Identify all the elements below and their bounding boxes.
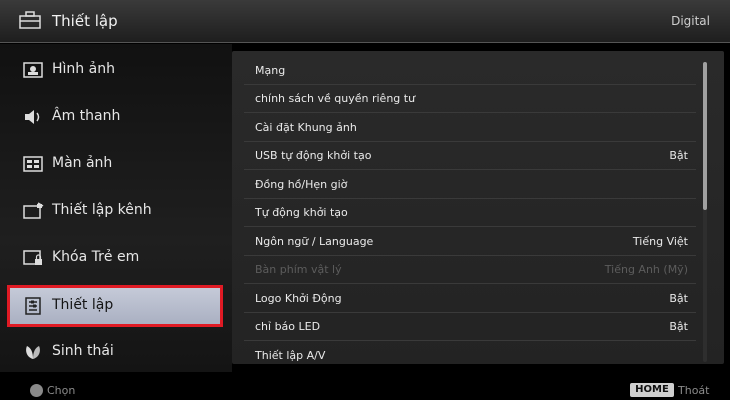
input-source-label: Digital [671,14,710,28]
sidebar-item-eco[interactable]: Sinh thái [10,334,220,370]
list-item-label: Logo Khởi Động [255,292,342,305]
list-item-value: Tiếng Việt [632,235,688,248]
sidebar-item-label: Âm thanh [52,108,121,124]
picture-icon [23,62,43,78]
list-item-value: Tiếng Anh (Mỹ) [604,263,688,276]
list-item-auto-start-up[interactable]: Tự động khởi tạo [244,199,696,227]
list-item-label: USB tự động khởi tạo [255,149,372,162]
sidebar-item-channel-setup[interactable]: Thiết lập kênh [10,193,220,229]
list-item-label: Đồng hồ/Hẹn giờ [255,178,348,191]
list-item-value: Bật [669,292,688,305]
sidebar-item-label: Khóa Trẻ em [52,249,140,265]
header-bar: Thiết lập Digital [0,0,730,43]
list-item-physical-keyboard: Bàn phím vật lý Tiếng Anh (Mỹ) [244,256,696,284]
list-item-label: chỉ báo LED [255,320,321,333]
exit-hint-label: Thoát [678,384,710,397]
select-hint-label: Chọn [47,384,76,397]
scrollbar-thumb[interactable] [703,62,707,210]
list-item-privacy-policy[interactable]: chính sách về quyền riêng tư [244,85,696,113]
dpad-select-icon [30,384,43,397]
sidebar-item-picture[interactable]: Hình ảnh [10,52,220,88]
settings-icon [25,297,41,315]
list-item-label: Ngôn ngữ / Language [255,235,374,248]
speaker-icon [25,110,40,124]
list-item-label: Cài đặt Khung ảnh [255,121,357,134]
category-sidebar: Hình ảnh Âm thanh Màn ảnh Thiết lập kênh… [0,44,232,372]
sidebar-item-settings[interactable]: Thiết lập [7,285,223,327]
list-item-label: Tự động khởi tạo [255,206,348,219]
list-item-led-indicator[interactable]: chỉ báo LED Bật [244,313,696,341]
list-item-label: Bàn phím vật lý [255,263,342,276]
list-item-value: Bật [669,320,688,333]
channel-setup-icon [23,202,44,219]
list-item-network[interactable]: Mạng [244,57,696,85]
parental-lock-icon [23,250,42,265]
sidebar-item-parental-lock[interactable]: Khóa Trẻ em [10,240,220,276]
list-item-label: chính sách về quyền riêng tư [255,92,416,105]
toolbox-icon [19,11,41,29]
sidebar-item-sound[interactable]: Âm thanh [10,99,220,135]
settings-list: Mạng chính sách về quyền riêng tư Cài đặ… [232,51,724,364]
list-item-label: Mạng [255,64,286,77]
footer-hints: Chọn HOME Thoát [0,376,730,400]
list-item-usb-auto-start[interactable]: USB tự động khởi tạo Bật [244,142,696,170]
sidebar-item-label: Màn ảnh [52,155,113,171]
eco-icon [26,346,40,359]
sidebar-item-label: Thiết lập [52,297,114,313]
sidebar-item-label: Thiết lập kênh [52,202,152,218]
list-item-startup-logo[interactable]: Logo Khởi Động Bật [244,285,696,313]
list-item-language[interactable]: Ngôn ngữ / Language Tiếng Việt [244,228,696,256]
list-item-photo-frame[interactable]: Cài đặt Khung ảnh [244,114,696,142]
list-item-value: Bật [669,149,688,162]
page-title: Thiết lập [52,12,118,30]
sidebar-item-label: Hình ảnh [52,61,115,77]
list-scrollbar[interactable] [703,62,707,362]
list-item-av-setup[interactable]: Thiết lập A/V [244,342,696,364]
list-item-clock-timers[interactable]: Đồng hồ/Hẹn giờ [244,171,696,199]
sidebar-item-label: Sinh thái [52,343,114,359]
list-item-label: Thiết lập A/V [255,349,326,362]
screen-icon [23,156,43,172]
home-button-badge[interactable]: HOME [630,383,674,397]
sidebar-item-screen[interactable]: Màn ảnh [10,146,220,182]
